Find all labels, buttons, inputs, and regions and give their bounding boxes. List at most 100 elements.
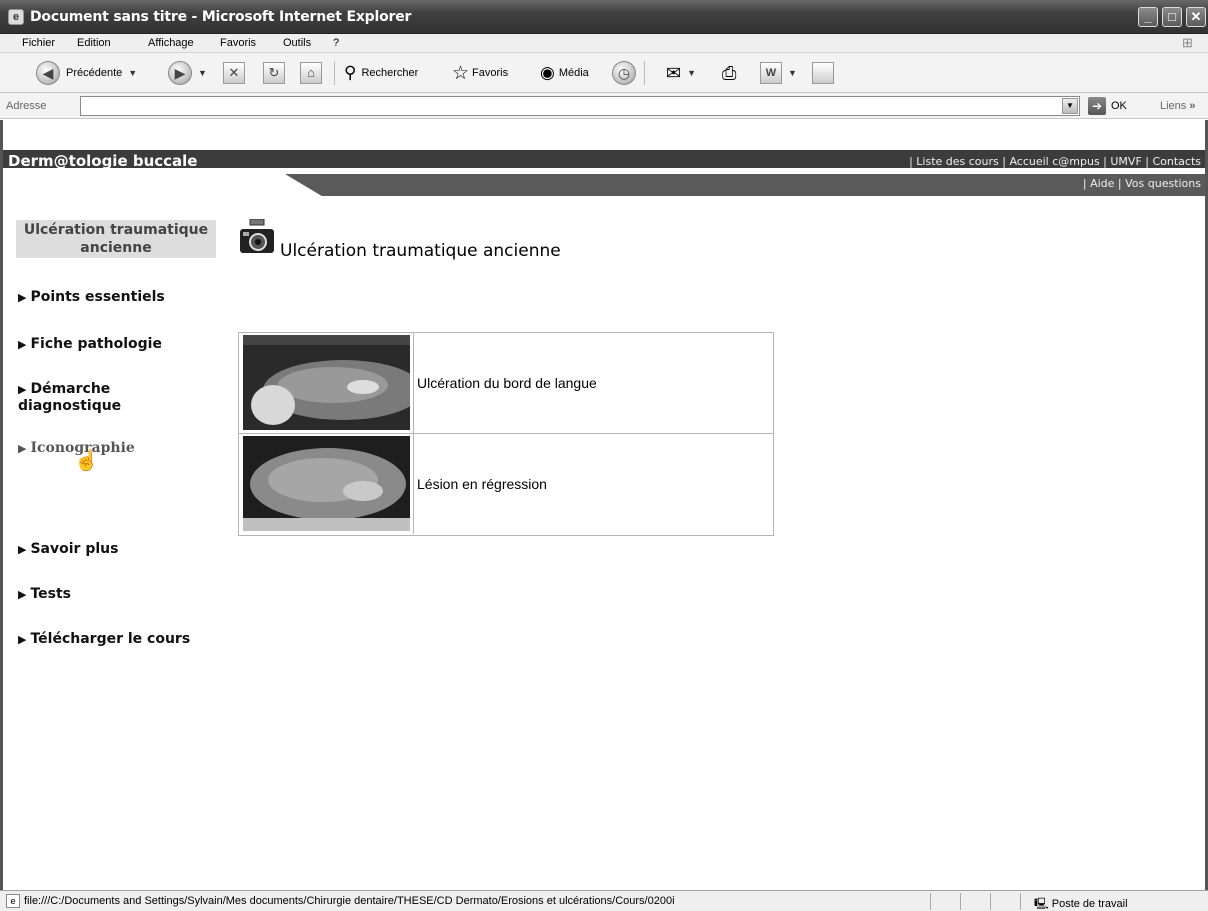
nav-label: Points essentiels: [30, 289, 165, 305]
print-icon: ⎙: [722, 62, 737, 83]
menu-edition[interactable]: Edition: [77, 37, 111, 49]
toolbar-separator: [644, 61, 645, 85]
forward-button[interactable]: ▶ ▼: [168, 60, 207, 86]
triangle-right-icon: ▶: [18, 543, 27, 556]
search-label: Rechercher: [361, 67, 419, 79]
nav-demarche-diagnostique[interactable]: ▶ Démarche diagnostique: [18, 381, 148, 414]
image-caption: Ulcération du bord de langue: [417, 375, 597, 391]
toolbar-separator: [334, 61, 335, 85]
chevron-down-icon[interactable]: ▼: [1062, 98, 1078, 114]
site-help-links[interactable]: | Aide | Vos questions: [1083, 177, 1201, 190]
page-heading: Ulcération traumatique ancienne: [280, 241, 561, 261]
menu-help[interactable]: ?: [333, 37, 339, 49]
menu-favoris[interactable]: Favoris: [220, 37, 256, 49]
chevron-down-icon[interactable]: ▼: [687, 68, 696, 78]
tongue-ulcer-photo[interactable]: [243, 335, 410, 430]
menu-outils[interactable]: Outils: [283, 37, 311, 49]
zone-indicator: 🖳 Poste de travail: [1034, 898, 1128, 910]
ie-app-icon: e: [8, 9, 24, 25]
print-button[interactable]: ⎙: [722, 60, 736, 86]
lesion-regression-photo[interactable]: [243, 436, 410, 531]
nav-current-page: Ulcération traumatique ancienne: [16, 220, 216, 258]
site-top-links[interactable]: | Liste des cours | Accueil c@mpus | UMV…: [909, 155, 1201, 168]
hand-cursor-icon: ☝: [74, 450, 99, 472]
note-icon: [812, 62, 834, 84]
mail-icon: ✉: [666, 62, 682, 83]
triangle-right-icon: ▶: [18, 442, 27, 455]
address-bar: Adresse ▼ ➔ OK Liens »: [0, 93, 1208, 119]
stop-icon: ✕: [223, 62, 245, 84]
triangle-right-icon: ▶: [18, 338, 27, 351]
nav-tests[interactable]: ▶ Tests: [18, 586, 71, 603]
messenger-button[interactable]: [812, 60, 834, 86]
cell-divider: [413, 333, 414, 433]
minimize-button[interactable]: _: [1138, 7, 1158, 27]
menu-fichier[interactable]: Fichier: [22, 37, 55, 49]
history-icon: ◷: [612, 61, 636, 85]
status-divider: [960, 893, 961, 910]
refresh-icon: ↻: [263, 62, 285, 84]
image-caption: Lésion en régression: [417, 476, 547, 492]
title-bar: e Document sans titre - Microsoft Intern…: [0, 0, 1208, 34]
table-row: Ulcération du bord de langue: [239, 333, 773, 434]
status-divider: [930, 893, 931, 910]
address-input[interactable]: ▼: [80, 96, 1080, 116]
chevron-down-icon[interactable]: ▼: [128, 68, 137, 78]
links-label: Liens: [1160, 100, 1187, 112]
media-label: Média: [558, 67, 589, 79]
close-button[interactable]: ✕: [1186, 7, 1206, 27]
site-title: Derm@tologie buccale: [8, 152, 198, 170]
nav-telecharger-cours[interactable]: ▶ Télécharger le cours: [18, 631, 190, 648]
table-row: Lésion en régression: [239, 434, 773, 535]
menu-bar: Fichier Edition Affichage Favoris Outils…: [0, 34, 1208, 53]
triangle-right-icon: ▶: [18, 383, 27, 396]
menu-affichage[interactable]: Affichage: [148, 37, 194, 49]
favorites-label: Favoris: [472, 67, 509, 79]
nav-points-essentiels[interactable]: ▶ Points essentiels: [18, 289, 165, 306]
site-header: Derm@tologie buccale | Liste des cours |…: [3, 120, 1205, 196]
maximize-button[interactable]: □: [1162, 7, 1182, 27]
page-icon: e: [6, 894, 20, 908]
search-icon: ⚲: [344, 63, 357, 82]
address-label: Adresse: [6, 100, 47, 112]
standard-toolbar: ◀ Précédente ▼ ▶ ▼ ✕ ↻ ⌂ ⚲ Rechercher ☆ …: [0, 53, 1208, 93]
home-icon: ⌂: [300, 62, 322, 84]
triangle-right-icon: ▶: [18, 588, 27, 601]
nav-label: Fiche pathologie: [30, 336, 162, 352]
stop-button[interactable]: ✕: [223, 60, 245, 86]
go-button[interactable]: OK: [1111, 100, 1127, 112]
edit-button[interactable]: W ▼: [760, 60, 797, 86]
nav-fiche-pathologie[interactable]: ▶ Fiche pathologie: [18, 336, 162, 353]
star-icon: ☆: [452, 62, 470, 84]
favorites-button[interactable]: ☆ Favoris: [452, 60, 508, 86]
status-divider: [1020, 893, 1021, 910]
forward-arrow-icon: ▶: [168, 61, 192, 85]
nav-label: Tests: [30, 586, 72, 602]
nav-label: Savoir plus: [30, 541, 119, 557]
zone-label: Poste de travail: [1051, 898, 1128, 910]
back-label: Précédente: [66, 67, 123, 79]
refresh-button[interactable]: ↻: [263, 60, 285, 86]
mail-button[interactable]: ✉ ▼: [666, 60, 696, 86]
history-button[interactable]: ◷: [612, 60, 636, 86]
window-title: Document sans titre - Microsoft Internet…: [30, 9, 412, 25]
status-divider: [990, 893, 991, 910]
chevron-down-icon[interactable]: ▼: [198, 68, 207, 78]
back-arrow-icon: ◀: [36, 61, 60, 85]
media-icon: ◉: [540, 63, 555, 82]
search-button[interactable]: ⚲ Rechercher: [344, 60, 418, 86]
nav-savoir-plus[interactable]: ▶ Savoir plus: [18, 541, 118, 558]
site-header-subband: [285, 174, 1205, 196]
cell-divider: [413, 434, 414, 534]
back-button[interactable]: ◀ Précédente ▼: [36, 60, 137, 86]
status-bar: e file:///C:/Documents and Settings/Sylv…: [0, 890, 1208, 911]
go-arrow-icon[interactable]: ➔: [1088, 97, 1106, 115]
word-edit-icon: W: [760, 62, 782, 84]
camera-icon: [240, 219, 274, 253]
links-button[interactable]: Liens »: [1160, 100, 1195, 112]
status-url: file:///C:/Documents and Settings/Sylvai…: [24, 895, 675, 907]
chevron-down-icon[interactable]: ▼: [788, 68, 797, 78]
home-button[interactable]: ⌂: [300, 60, 322, 86]
media-button[interactable]: ◉ Média: [540, 60, 589, 86]
windows-logo-icon: ⊞: [1182, 35, 1193, 50]
